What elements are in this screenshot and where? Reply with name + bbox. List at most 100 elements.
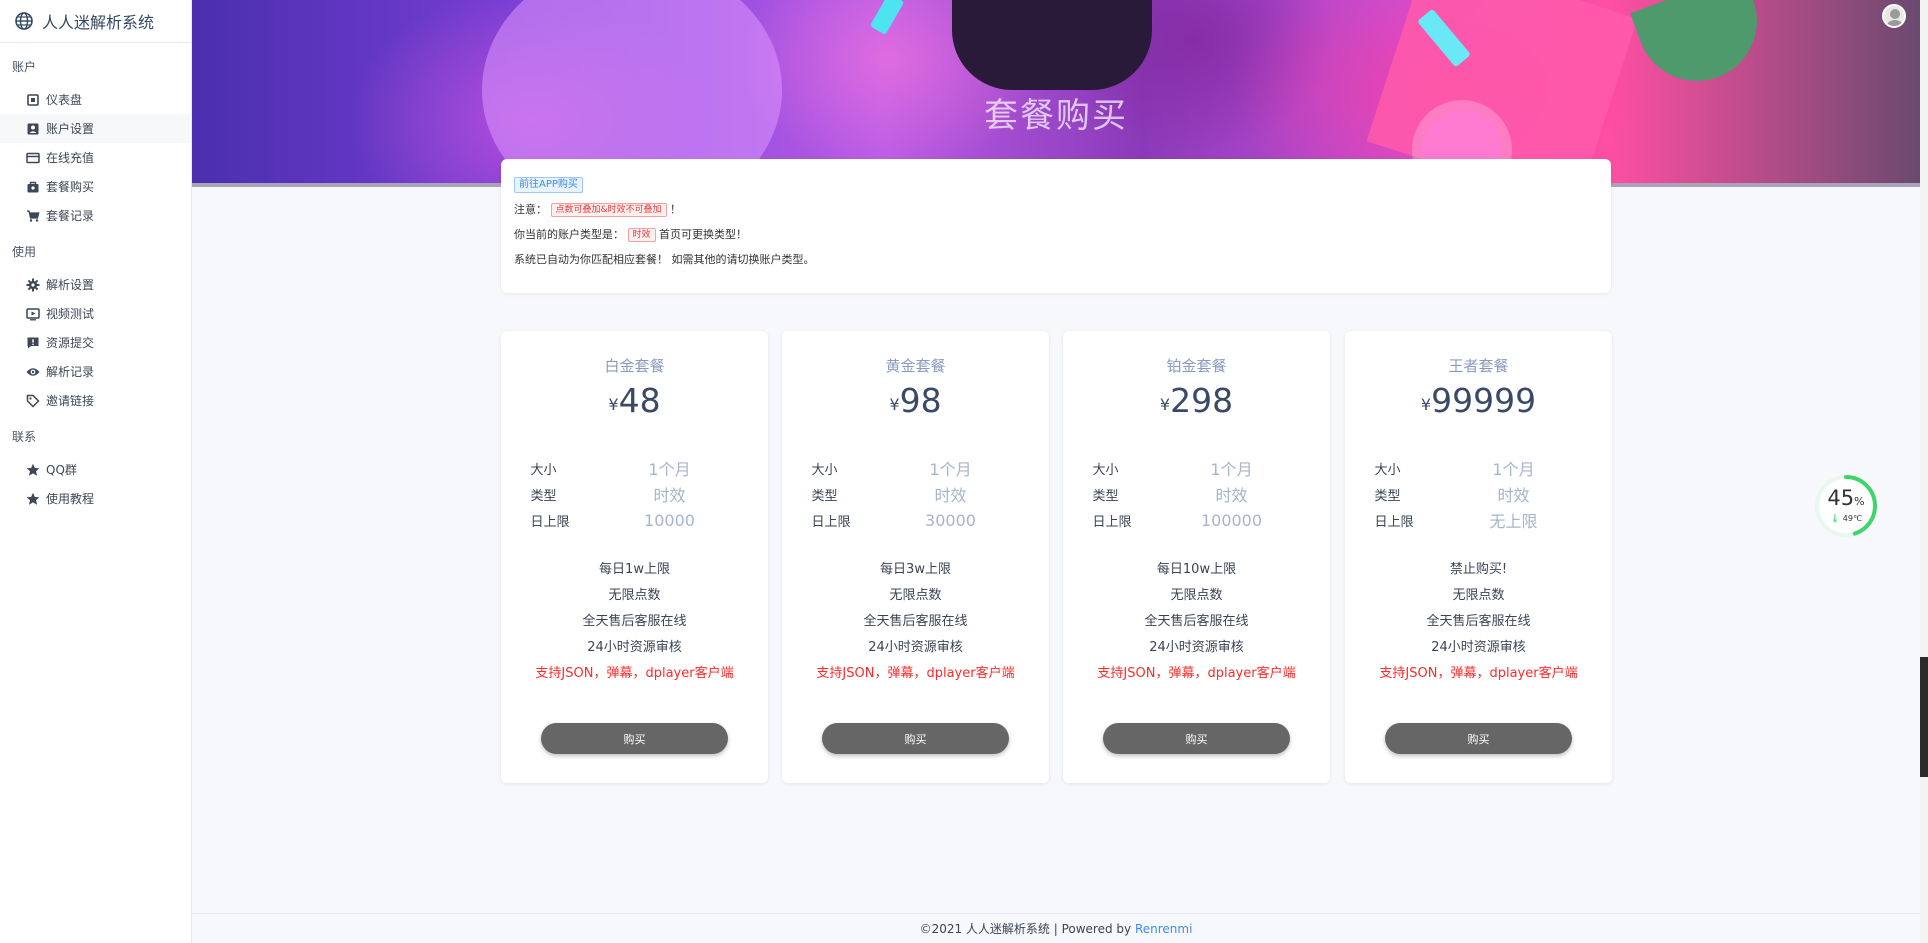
alert-icon (26, 336, 40, 350)
spec-key: 类型 (1374, 488, 1401, 504)
feature-item: 全天售后客服在线 (582, 614, 687, 629)
feature-item: 禁止购买! (1449, 562, 1508, 577)
spec-key: 大小 (811, 462, 838, 478)
spec-value: 时效 (934, 486, 967, 505)
package-specs: 大小 1个月 类型 时效 日上限 100000 (1093, 455, 1301, 533)
page-title: 套餐购买 (984, 96, 1128, 136)
spec-value: 30000 (925, 510, 976, 530)
feature-item: 无限点数 (1452, 588, 1505, 603)
sidebar-item[interactable]: 套餐记录 (0, 201, 191, 230)
package-specs: 大小 1个月 类型 时效 日上限 30000 (812, 455, 1020, 533)
buy-button[interactable]: 购买 (1385, 723, 1572, 754)
sidebar-item[interactable]: 使用教程 (0, 484, 191, 513)
buy-button[interactable]: 购买 (822, 723, 1009, 754)
memory-usage-widget[interactable]: 45% 🌡 49℃ (1814, 474, 1878, 538)
brand[interactable]: 人人迷解析系统 (0, 0, 191, 43)
spec-value: 100000 (1200, 510, 1263, 530)
bag-icon (26, 180, 40, 194)
star-icon (26, 463, 40, 477)
dashboard-icon (26, 93, 40, 107)
usage-percent-value: 45 (1827, 486, 1855, 510)
type-end: 首页可更换类型！ (659, 228, 748, 241)
sidebar-item[interactable]: 视频测试 (0, 299, 191, 328)
feature-item: 全天售后客服在线 (863, 614, 968, 629)
sidebar-item-label: 视频测试 (46, 307, 95, 321)
sidebar-item[interactable]: 仪表盘 (0, 85, 191, 114)
sidebar-item-label: 账户设置 (46, 122, 95, 136)
package-card: 铂金套餐 ¥298 大小 1个月 类型 时效 日上限 100000 每日10w上限 无限点数 全天售… (1063, 331, 1330, 783)
spec-row: 大小 1个月 (1375, 455, 1583, 481)
sidebar-item[interactable]: 解析设置 (0, 270, 191, 299)
feature-item: 每日3w上限 (880, 562, 951, 577)
spec-key: 日上限 (530, 514, 570, 530)
sidebar-item-label: 在线充值 (46, 151, 95, 165)
note-label: 注意： (514, 203, 547, 216)
sidebar-item[interactable]: 账户设置 (0, 114, 191, 143)
package-card: 黄金套餐 ¥98 大小 1个月 类型 时效 日上限 30000 每日3w上限 无限点数 全天售后客服… (782, 331, 1049, 783)
package-features: 每日1w上限 无限点数 全天售后客服在线 24小时资源审核 支持JSON，弹幕，dpla… (501, 557, 768, 687)
sidebar-section-title: 账户 (12, 60, 37, 74)
tag-icon (26, 394, 40, 408)
spec-key: 日上限 (1092, 514, 1132, 530)
spec-row: 日上限 30000 (812, 507, 1020, 533)
spec-row: 大小 1个月 (812, 455, 1020, 481)
spec-value: 无上限 (1489, 512, 1538, 531)
note-end: ！ (670, 203, 682, 216)
globe-icon (15, 12, 33, 30)
app-purchase-button[interactable]: 前往APP购买 (514, 177, 583, 193)
spec-row: 日上限 100000 (1093, 507, 1301, 533)
page-scrollbar[interactable] (1920, 0, 1928, 943)
notice-line-note: 注意： 点数可叠加&时效不可叠加 ！ (514, 201, 1598, 218)
feature-item: 24小时资源审核 (587, 640, 682, 655)
banner-decoration (952, 0, 1152, 90)
currency-symbol: ¥ (1420, 395, 1432, 414)
feature-item: 无限点数 (608, 588, 661, 603)
feature-highlight: 支持JSON，弹幕，dplayer客户端 (1097, 666, 1296, 681)
sidebar-item-label: 套餐购买 (46, 180, 95, 194)
buy-button[interactable]: 购买 (1103, 723, 1290, 754)
sidebar-item-label: 资源提交 (46, 336, 95, 350)
package-specs: 大小 1个月 类型 时效 日上限 无上限 (1375, 455, 1583, 533)
banner-decoration (1630, 0, 1774, 98)
package-features: 每日10w上限 无限点数 全天售后客服在线 24小时资源审核 支持JSON，弹幕，dpl… (1063, 557, 1330, 687)
spec-key: 类型 (1092, 488, 1119, 504)
feature-item: 24小时资源审核 (1431, 640, 1526, 655)
spec-value: 10000 (644, 510, 695, 530)
sidebar-item[interactable]: 资源提交 (0, 328, 191, 357)
sidebar-section-title: 联系 (12, 430, 37, 444)
scrollbar-thumb[interactable] (1920, 657, 1928, 777)
feature-item: 每日10w上限 (1156, 562, 1237, 577)
feature-item: 全天售后客服在线 (1426, 614, 1531, 629)
feature-item: 每日1w上限 (599, 562, 670, 577)
spec-key: 类型 (530, 488, 557, 504)
spec-value: 时效 (653, 486, 686, 505)
notice-line-auto: 系统已自动为你匹配相应套餐！ 如需其他的请切换账户类型。 (514, 253, 815, 266)
cart-icon (26, 209, 40, 223)
credit-card-icon (26, 151, 40, 165)
thermometer-icon: 🌡 (1830, 514, 1841, 523)
account-type-tag: 时效 (627, 228, 656, 242)
user-avatar[interactable] (1882, 4, 1906, 28)
currency-symbol: ¥ (889, 395, 900, 414)
sidebar-section-title: 使用 (12, 245, 37, 259)
sidebar-item[interactable]: 套餐购买 (0, 172, 191, 201)
spec-row: 大小 1个月 (1093, 455, 1301, 481)
temperature-value: 49℃ (1842, 514, 1862, 523)
sidebar-item-label: 套餐记录 (46, 209, 95, 223)
spec-row: 日上限 10000 (531, 507, 739, 533)
footer-link[interactable]: Renrenmi (1135, 922, 1192, 936)
package-specs: 大小 1个月 类型 时效 日上限 10000 (531, 455, 739, 533)
sidebar-item[interactable]: 邀请链接 (0, 386, 191, 415)
sidebar-item[interactable]: 在线充值 (0, 143, 191, 172)
package-name: 黄金套餐 (885, 357, 946, 375)
sidebar-item[interactable]: QQ群 (0, 455, 191, 484)
price-value: 98 (899, 381, 942, 420)
sidebar-item[interactable]: 解析记录 (0, 357, 191, 386)
feature-item: 全天售后客服在线 (1144, 614, 1249, 629)
sidebar: 人人迷解析系统 账户仪表盘账户设置在线充值套餐购买套餐记录使用解析设置视频测试资… (0, 0, 192, 943)
spec-row: 类型 时效 (1375, 481, 1583, 507)
footer: ©2021 人人迷解析系统 | Powered by Renrenmi (192, 913, 1920, 943)
feature-highlight: 支持JSON，弹幕，dplayer客户端 (816, 666, 1015, 681)
buy-button[interactable]: 购买 (541, 723, 728, 754)
spec-value: 1个月 (648, 460, 691, 479)
